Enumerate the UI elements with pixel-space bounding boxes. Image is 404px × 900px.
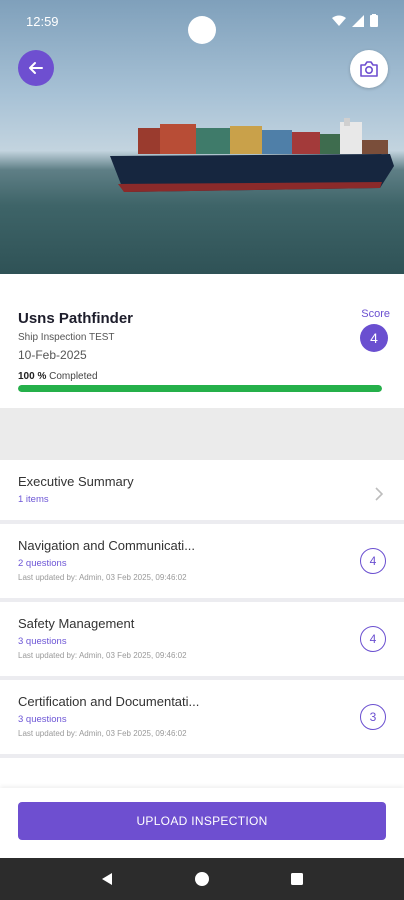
arrow-left-icon <box>29 62 43 74</box>
section-title: Safety Management <box>18 616 135 631</box>
section-last-updated: Last updated by: Admin, 03 Feb 2025, 09:… <box>18 573 187 582</box>
system-navigation-bar <box>0 858 404 900</box>
section-divider <box>0 408 404 460</box>
status-bar: 12:59 <box>0 0 404 44</box>
inspection-date: 10-Feb-2025 <box>18 348 87 362</box>
back-button[interactable] <box>18 50 54 86</box>
section-title: Executive Summary <box>18 474 134 489</box>
status-icons <box>332 14 378 27</box>
chevron-right-icon <box>375 487 384 501</box>
section-last-updated: Last updated by: Admin, 03 Feb 2025, 09:… <box>18 651 187 660</box>
bottom-action-bar: UPLOAD INSPECTION <box>0 788 404 858</box>
ship-name: Usns Pathfinder <box>18 310 134 327</box>
section-row-safety[interactable]: Safety Management 3 questions Last updat… <box>0 602 404 680</box>
camera-button[interactable] <box>350 50 388 88</box>
status-time: 12:59 <box>26 14 59 29</box>
wifi-icon <box>332 15 346 26</box>
progress-fill <box>18 385 382 392</box>
recents-square-icon[interactable] <box>290 872 304 886</box>
section-title: Certification and Documentati... <box>18 694 200 709</box>
completion-label: Completed <box>49 371 98 382</box>
section-score-badge: 4 <box>360 548 386 574</box>
completion-progress-bar <box>18 385 382 392</box>
section-last-updated: Last updated by: Admin, 03 Feb 2025, 09:… <box>18 729 187 738</box>
inspection-type: Ship Inspection TEST <box>18 332 115 343</box>
back-triangle-icon[interactable] <box>100 872 114 886</box>
completion-value: 100 % <box>18 371 47 382</box>
section-row-executive-summary[interactable]: Executive Summary 1 items <box>0 460 404 524</box>
front-camera-cutout <box>188 16 216 44</box>
section-score-badge: 3 <box>360 704 386 730</box>
container-ship-illustration <box>110 118 394 192</box>
section-title: Navigation and Communicati... <box>18 538 196 553</box>
inspection-info-card: Usns Pathfinder Ship Inspection TEST 10-… <box>0 274 404 408</box>
section-row-certification[interactable]: Certification and Documentati... 3 quest… <box>0 680 404 758</box>
app-screen: 12:59 Usns Pathfinder Ship Inspection TE… <box>0 0 404 900</box>
section-row-navigation[interactable]: Navigation and Communicati... 2 question… <box>0 524 404 602</box>
battery-icon <box>370 14 378 27</box>
camera-icon <box>360 61 378 77</box>
section-count: 3 questions <box>18 636 67 647</box>
section-count: 2 questions <box>18 558 67 569</box>
score-badge: 4 <box>360 324 388 352</box>
sections-list: Executive Summary 1 items Navigation and… <box>0 460 404 758</box>
home-circle-icon[interactable] <box>194 871 210 887</box>
section-count: 3 questions <box>18 714 67 725</box>
score-label: Score <box>361 308 390 320</box>
section-count: 1 items <box>18 494 49 505</box>
upload-inspection-button[interactable]: UPLOAD INSPECTION <box>18 802 386 840</box>
section-score-badge: 4 <box>360 626 386 652</box>
signal-icon <box>352 14 364 27</box>
completion-text: 100 % Completed <box>18 371 98 382</box>
